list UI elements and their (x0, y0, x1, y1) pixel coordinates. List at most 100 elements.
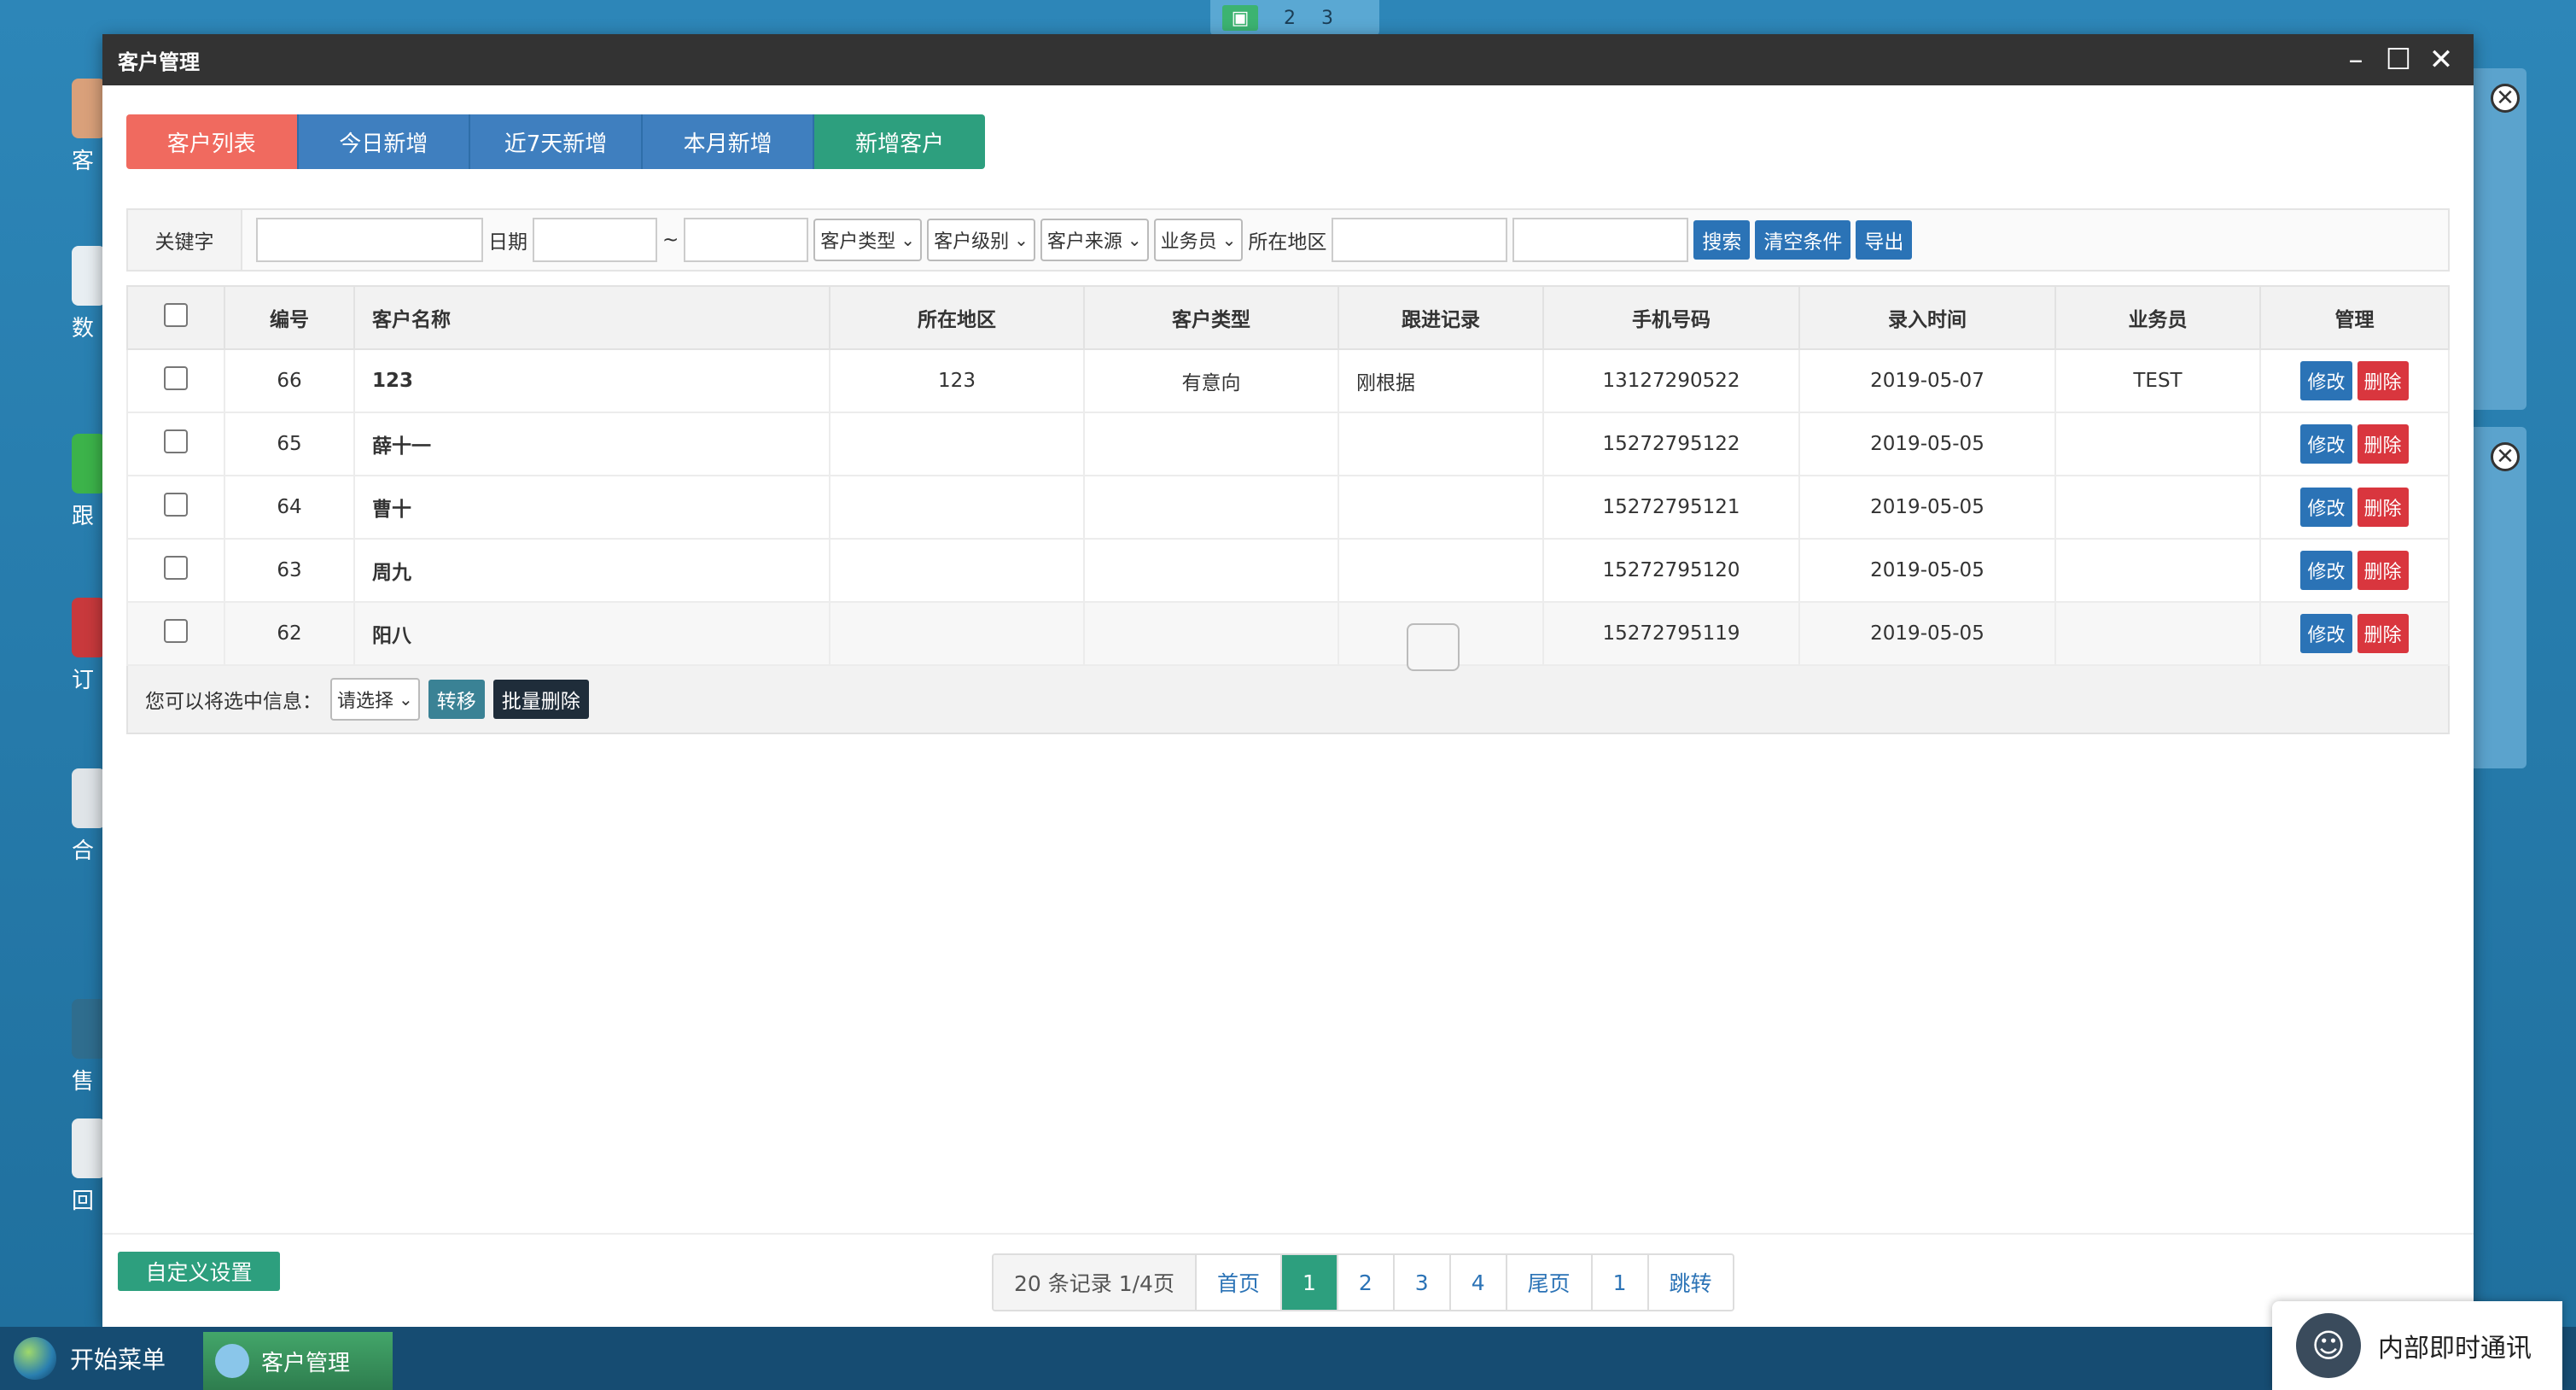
cell-manage: 修改 删除 (2259, 538, 2450, 603)
cell-phone: 15272795120 (1542, 538, 1800, 603)
header-name: 客户名称 (353, 285, 830, 350)
date-end-input[interactable] (684, 218, 809, 262)
window-content: 客户列表 今日新增 近7天新增 本月新增 新增客户 关键字 日期 ~ 客户类型 ⌄… (126, 114, 2450, 734)
clear-conditions-button[interactable]: 清空条件 (1755, 220, 1851, 260)
table-row: 66 123 123 有意向 刚根据 13127290522 2019-05-0… (126, 348, 2450, 413)
tab-add-customer[interactable]: 新增客户 (814, 114, 985, 169)
header-sales: 业务员 (2054, 285, 2261, 350)
close-icon[interactable]: ✕ (2424, 43, 2458, 77)
table-row: 65 薛十一 15272795122 2019-05-05 修改 删除 (126, 412, 2450, 476)
customer-source-select[interactable]: 客户来源 ⌄ (1040, 219, 1149, 261)
desktop-icon-data[interactable]: 数 (72, 246, 106, 342)
workspace-3[interactable]: 3 (1321, 8, 1333, 29)
select-all-checkbox[interactable] (164, 303, 188, 327)
edit-button[interactable]: 修改 (2300, 488, 2352, 527)
row-checkbox-cell (126, 538, 225, 603)
table-header-row: 编号 客户名称 所在地区 客户类型 跟进记录 手机号码 录入时间 业务员 管理 (126, 285, 2450, 350)
tab-customer-list[interactable]: 客户列表 (126, 114, 299, 169)
chevron-down-icon: ⌄ (1221, 230, 1237, 250)
tab-today-new[interactable]: 今日新增 (298, 114, 471, 169)
region-input-2[interactable] (1512, 218, 1689, 262)
instant-messaging-panel[interactable]: ☺ 内部即时通讯 (2272, 1301, 2562, 1390)
keyword-input[interactable] (256, 218, 483, 262)
desktop-icon-contract[interactable]: 合 (72, 768, 106, 864)
row-checkbox-cell (126, 475, 225, 540)
export-button[interactable]: 导出 (1856, 220, 1913, 260)
delete-button[interactable]: 删除 (2357, 361, 2409, 400)
start-menu-button[interactable]: 开始菜单 (14, 1337, 166, 1380)
avatar-icon: ☺ (2296, 1313, 2361, 1378)
chevron-down-icon: ⌄ (1127, 230, 1142, 250)
pager-first[interactable]: 首页 (1196, 1255, 1282, 1310)
desktop-icon-follow[interactable]: 跟 (72, 434, 106, 529)
customer-type-select[interactable]: 客户类型 ⌄ (813, 219, 923, 261)
cell-region (829, 412, 1085, 476)
date-start-input[interactable] (533, 218, 657, 262)
pager-last[interactable]: 尾页 (1507, 1255, 1593, 1310)
chevron-down-icon: ⌄ (1014, 230, 1029, 250)
pager-jump-input[interactable]: 1 (1592, 1255, 1649, 1310)
workspace-2[interactable]: 2 (1284, 8, 1296, 29)
close-icon[interactable]: ✕ (2491, 442, 2520, 471)
chevron-down-icon: ⌄ (399, 689, 413, 710)
bin-icon (72, 1118, 106, 1178)
cell-sales (2054, 475, 2261, 540)
row-checkbox[interactable] (164, 366, 188, 390)
desktop-icon-return[interactable]: 回 (72, 1118, 106, 1214)
search-button[interactable]: 搜索 (1693, 220, 1751, 260)
row-checkbox[interactable] (164, 619, 188, 643)
row-checkbox[interactable] (164, 429, 188, 453)
edit-button[interactable]: 修改 (2300, 424, 2352, 464)
cell-date: 2019-05-05 (1798, 601, 2056, 666)
tab-month-new[interactable]: 本月新增 (642, 114, 815, 169)
taskbar-item-customer-management[interactable]: 客户管理 (203, 1332, 393, 1390)
cell-region (829, 475, 1085, 540)
cell-phone: 13127290522 (1542, 348, 1800, 413)
pager-jump-button[interactable]: 跳转 (1648, 1255, 1733, 1310)
delete-button[interactable]: 删除 (2357, 488, 2409, 527)
date-separator: ~ (662, 229, 679, 251)
region-input-1[interactable] (1332, 218, 1508, 262)
tab-7days-new[interactable]: 近7天新增 (470, 114, 643, 169)
window-title: 客户管理 (118, 50, 200, 74)
batch-select[interactable]: 请选择 ⌄ (330, 678, 420, 721)
document-icon (72, 246, 106, 306)
row-checkbox[interactable] (164, 556, 188, 580)
desktop-icon-customer[interactable]: 客 (72, 79, 106, 174)
header-type: 客户类型 (1083, 285, 1339, 350)
taskbar-item-label: 客户管理 (261, 1350, 351, 1376)
edit-button[interactable]: 修改 (2300, 361, 2352, 400)
maximize-icon[interactable]: ☐ (2381, 43, 2416, 77)
start-orb-icon (14, 1337, 56, 1380)
desktop-icon-sales[interactable]: 售 (72, 999, 106, 1095)
cell-phone: 15272795121 (1542, 475, 1800, 540)
delete-button[interactable]: 删除 (2357, 424, 2409, 464)
pager-page-4[interactable]: 4 (1450, 1255, 1507, 1310)
header-region: 所在地区 (829, 285, 1085, 350)
start-label: 开始菜单 (70, 1346, 166, 1374)
pagination: 20 条记录 1/4页 首页 1 2 3 4 尾页 1 跳转 (992, 1253, 1734, 1311)
transfer-button[interactable]: 转移 (428, 680, 485, 719)
bulk-delete-button[interactable]: 批量删除 (492, 680, 589, 719)
pager-page-2[interactable]: 2 (1338, 1255, 1395, 1310)
window-titlebar[interactable]: 客户管理 – ☐ ✕ (102, 34, 2474, 85)
row-checkbox-cell (126, 601, 225, 666)
pager-page-1[interactable]: 1 (1281, 1255, 1338, 1310)
customer-level-select[interactable]: 客户级别 ⌄ (927, 219, 1035, 261)
edit-button[interactable]: 修改 (2300, 551, 2352, 590)
cell-follow (1338, 538, 1544, 603)
delete-button[interactable]: 删除 (2357, 551, 2409, 590)
cell-name: 曹十 (353, 475, 830, 540)
minimize-icon[interactable]: – (2339, 43, 2373, 77)
workspace-active-icon[interactable]: ▣ (1222, 5, 1258, 31)
header-manage: 管理 (2259, 285, 2450, 350)
delete-button[interactable]: 删除 (2357, 614, 2409, 653)
custom-settings-button[interactable]: 自定义设置 (118, 1252, 280, 1291)
salesperson-select[interactable]: 业务员 ⌄ (1153, 219, 1244, 261)
pager-page-3[interactable]: 3 (1394, 1255, 1451, 1310)
close-icon[interactable]: ✕ (2491, 84, 2520, 113)
desktop-icon-order[interactable]: 订 (72, 598, 106, 693)
customer-management-window: 客户管理 – ☐ ✕ 客户列表 今日新增 近7天新增 本月新增 新增客户 关键字… (102, 34, 2474, 1327)
edit-button[interactable]: 修改 (2300, 614, 2352, 653)
row-checkbox[interactable] (164, 493, 188, 517)
